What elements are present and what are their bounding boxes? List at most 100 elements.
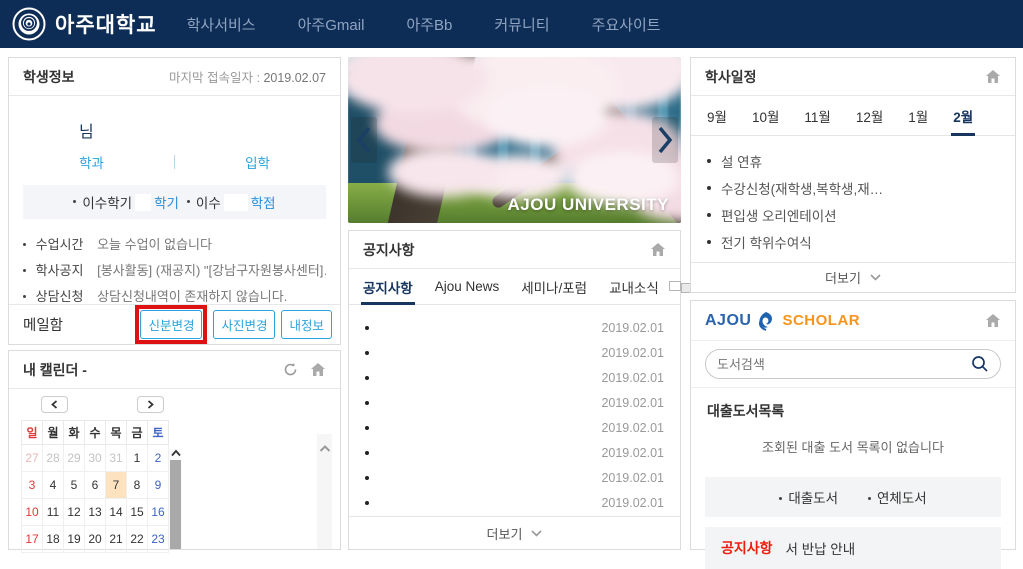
calendar-day[interactable]: 11 [43,499,64,526]
calendar-day[interactable]: 3 [22,472,43,499]
notices-more-button[interactable]: 더보기 [349,516,680,549]
ajou-portal-page: 아주대학교 학사서비스 아주Gmail 아주Bb 커뮤니티 주요사이트 학생정보… [0,0,1023,550]
department-link[interactable]: 학과 [9,152,174,172]
schedule-more-button[interactable]: 더보기 [691,262,1015,292]
university-emblem-icon [12,7,46,41]
tab-month-11[interactable]: 11월 [804,96,830,135]
borrowed-books-link[interactable]: 대출도서 [779,487,838,507]
calendar-day[interactable]: 1 [127,445,148,472]
library-notice-text: 서 반납 안내 [786,538,856,558]
notice-item[interactable]: 2019.02.01 [365,490,664,515]
calendar-day[interactable]: 4 [43,472,64,499]
home-icon[interactable] [985,69,1001,84]
menu-item-community[interactable]: 커뮤니티 [494,14,549,35]
search-icon[interactable] [971,355,989,373]
calendar-day[interactable]: 2 [148,445,169,472]
book-search-input[interactable] [717,357,971,372]
library-notice-box[interactable]: 공지사항 서 반납 안내 [705,527,1001,569]
home-icon[interactable] [985,313,1001,328]
scroll-up-icon[interactable] [171,449,181,457]
calendar-day[interactable]: 6 [85,472,106,499]
calendar-day[interactable]: 21 [106,526,127,553]
notice-item[interactable]: 2019.02.01 [365,365,664,390]
calendar-day[interactable]: 20 [85,526,106,553]
loan-links-box: 대출도서 연체도서 [705,477,1001,517]
calendar-day[interactable]: 14 [106,499,127,526]
schedule-item[interactable]: 전기 학위수여식 [707,228,999,255]
notice-item[interactable]: 2019.02.01 [365,415,664,440]
calendar-day[interactable]: 17 [22,526,43,553]
tab-month-2[interactable]: 2월 [953,96,973,135]
tab-notices[interactable]: 공지사항 [363,269,413,304]
calendar-day[interactable]: 30 [85,445,106,472]
menu-item-ajou-gmail[interactable]: 아주Gmail [298,14,365,35]
student-footer: 메일함 신분변경 사진변경 내정보 [9,304,340,344]
calendar-day[interactable]: 12 [64,499,85,526]
mailbox-link[interactable]: 메일함 [23,314,63,335]
change-photo-button[interactable]: 사진변경 [213,310,275,339]
calendar-prev-button[interactable] [41,396,68,413]
scrollbar-thumb[interactable] [170,460,181,549]
weekday-sun: 일 [22,421,43,445]
admission-link[interactable]: 입학 [175,152,340,172]
refresh-icon[interactable] [283,362,298,377]
tab-ajou-news[interactable]: Ajou News [435,269,500,304]
my-info-button[interactable]: 내정보 [281,310,332,339]
notice-item[interactable]: 2019.02.01 [365,340,664,365]
calendar-day[interactable]: 29 [64,445,85,472]
calendar-next-button[interactable] [137,396,164,413]
carousel-prev-button[interactable] [351,117,377,163]
calendar-day[interactable]: 13 [85,499,106,526]
calendar-day[interactable]: 18 [43,526,64,553]
student-name: 님 [9,96,340,142]
weekday-thu: 목 [106,421,127,445]
book-search-box[interactable] [705,349,1001,379]
panel-scrollbar[interactable] [317,434,332,549]
schedule-item[interactable]: 설 연휴 [707,147,999,174]
schedule-item[interactable]: 편입생 오리엔테이션 [707,201,999,228]
student-buttons: 신분변경 사진변경 내정보 [135,305,332,344]
calendar-day[interactable]: 19 [64,526,85,553]
menu-item-ajou-bb[interactable]: 아주Bb [406,14,452,35]
carousel-next-button[interactable] [652,117,678,163]
tab-month-9[interactable]: 9월 [707,96,727,135]
tab-seminar-forum[interactable]: 세미나/포럼 [521,269,587,304]
calendar-day[interactable]: 23 [148,526,169,553]
overdue-books-link[interactable]: 연체도서 [868,487,927,507]
tab-month-12[interactable]: 12월 [856,96,883,135]
bullet-dot [73,200,76,203]
calendar-day[interactable]: 9 [148,472,169,499]
loans-empty-message: 조회된 대출 도서 목록이 없습니다 [691,437,1015,456]
my-calendar-panel: 내 캘린더 - 일 월 화 수 [8,350,341,550]
schedule-text: 수강신청(재학생,복학생,재… [721,178,883,198]
schedule-item[interactable]: 수강신청(재학생,복학생,재… [707,174,999,201]
calendar-scrollbar[interactable] [169,449,182,549]
scroll-up-icon[interactable] [319,444,331,453]
menu-item-major-sites[interactable]: 주요사이트 [592,14,661,35]
home-icon[interactable] [650,242,666,257]
tab-month-10[interactable]: 10월 [752,96,779,135]
notice-item[interactable]: 2019.02.01 [365,315,664,340]
info-text[interactable]: [봉사활동] (재공지) "[강남구자원봉사센터]… [97,263,326,278]
calendar-day[interactable]: 8 [127,472,148,499]
menu-item-academic-services[interactable]: 학사서비스 [187,14,256,35]
brand-name: 아주대학교 [55,9,157,39]
tab-month-1[interactable]: 1월 [908,96,928,135]
home-icon[interactable] [310,362,326,377]
calendar-day[interactable]: 27 [22,445,43,472]
calendar-day[interactable]: 15 [127,499,148,526]
tab-campus-news[interactable]: 교내소식 [609,269,659,304]
calendar-day[interactable]: 22 [127,526,148,553]
calendar-day[interactable]: 5 [64,472,85,499]
bullet-dot [868,497,871,500]
notice-item[interactable]: 2019.02.01 [365,440,664,465]
calendar-day[interactable]: 10 [22,499,43,526]
calendar-day[interactable]: 28 [43,445,64,472]
notice-item[interactable]: 2019.02.01 [365,390,664,415]
university-logo[interactable]: 아주대학교 [12,7,157,41]
notice-item[interactable]: 2019.02.01 [365,465,664,490]
calendar-day[interactable]: 31 [106,445,127,472]
calendar-day[interactable]: 16 [148,499,169,526]
change-status-button[interactable]: 신분변경 [140,310,202,339]
calendar-day-today[interactable]: 7 [106,472,127,499]
